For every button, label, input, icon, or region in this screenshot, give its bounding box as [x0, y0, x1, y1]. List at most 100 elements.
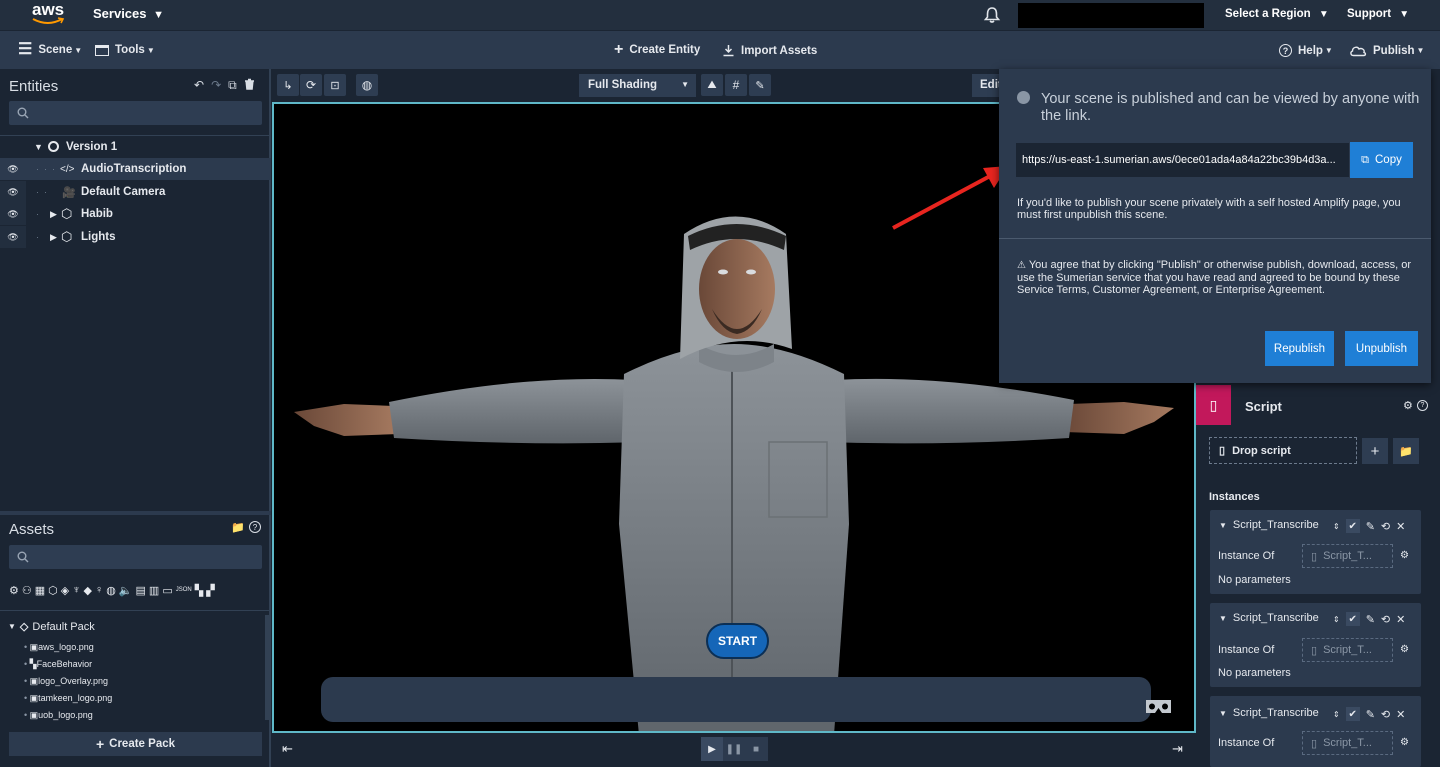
- scale-tool-icon[interactable]: ⊡: [324, 74, 346, 96]
- filter-script-icon[interactable]: ▤: [136, 584, 146, 597]
- start-button[interactable]: START: [706, 623, 769, 659]
- enable-checkbox-icon[interactable]: ✔: [1345, 707, 1360, 721]
- account-name-redacted[interactable]: [1018, 3, 1204, 28]
- instance-of-field[interactable]: ▯ Script_T...: [1302, 638, 1393, 662]
- unpublish-button[interactable]: Unpublish: [1345, 331, 1418, 366]
- mountain-icon[interactable]: ⛰: [701, 74, 723, 96]
- gear-icon[interactable]: ⚙: [1400, 644, 1409, 655]
- grid-icon[interactable]: #: [725, 74, 747, 96]
- default-pack-row[interactable]: ▼ ◇ Default Pack: [8, 620, 95, 634]
- help-menu[interactable]: ? Help ▼: [1279, 44, 1333, 57]
- drop-script-zone[interactable]: ▯ Drop script: [1209, 437, 1357, 464]
- import-assets-button[interactable]: Import Assets: [722, 44, 817, 57]
- collapse-arrow-icon[interactable]: ▼: [1219, 614, 1227, 623]
- filter-behavior-icon[interactable]: ⚇: [22, 584, 32, 597]
- reset-icon[interactable]: ⟲: [1381, 520, 1390, 533]
- edit-pencil-icon[interactable]: ✎: [1366, 613, 1375, 626]
- publish-menu[interactable]: Publish ▼: [1349, 44, 1424, 57]
- filter-json-icon[interactable]: JSON: [176, 587, 192, 593]
- filter-environment-icon[interactable]: ◍: [106, 584, 116, 597]
- instance-header[interactable]: ▼ Script_Transcribe: [1219, 612, 1319, 624]
- duplicate-icon[interactable]: ⧉: [228, 78, 237, 93]
- instance-of-field[interactable]: ▯ Script_T...: [1302, 731, 1393, 755]
- close-icon[interactable]: ✕: [1396, 520, 1405, 533]
- add-script-button[interactable]: +: [1362, 438, 1388, 464]
- create-entity-button[interactable]: + Create Entity: [614, 42, 700, 58]
- reorder-icon[interactable]: ⇕: [1333, 710, 1340, 719]
- region-selector[interactable]: Select a Region ▼: [1225, 8, 1329, 20]
- support-menu[interactable]: Support ▼: [1347, 8, 1409, 20]
- collapse-arrow-icon[interactable]: ▼: [1219, 709, 1227, 718]
- pause-icon[interactable]: ❚❚: [723, 737, 745, 761]
- copy-link-button[interactable]: ⧉ Copy: [1350, 142, 1413, 178]
- expand-arrow-icon[interactable]: ▼: [34, 142, 43, 152]
- tools-menu[interactable]: Tools ▼: [95, 44, 155, 56]
- edit-pencil-icon[interactable]: ✎: [1366, 708, 1375, 721]
- tree-item-lights[interactable]: 👁 · ▶ ⬡ Lights: [0, 226, 271, 248]
- stop-icon[interactable]: ■: [745, 737, 767, 761]
- play-icon[interactable]: ▶: [701, 737, 723, 761]
- expand-arrow-icon[interactable]: ▶: [50, 232, 57, 243]
- filter-doc-icon[interactable]: ▥: [149, 584, 159, 597]
- enable-checkbox-icon[interactable]: ✔: [1345, 612, 1360, 626]
- gear-icon[interactable]: ⚙: [1403, 399, 1413, 412]
- help-circle-icon[interactable]: ?: [249, 521, 261, 533]
- undo-icon[interactable]: ↶: [194, 78, 204, 93]
- folder-icon[interactable]: 📁: [231, 521, 245, 534]
- rotate-tool-icon[interactable]: ⟳: [300, 74, 322, 96]
- reset-icon[interactable]: ⟲: [1381, 613, 1390, 626]
- filter-cube-icon[interactable]: ◈: [61, 584, 69, 597]
- filter-person-icon[interactable]: ♀: [95, 584, 103, 596]
- assets-search-input[interactable]: [9, 545, 262, 569]
- edit-pencil-icon[interactable]: ✎: [1366, 520, 1375, 533]
- redo-icon[interactable]: ↷: [211, 78, 221, 93]
- reset-icon[interactable]: ⟲: [1381, 708, 1390, 721]
- tree-item-default-camera[interactable]: 👁 · · 🎥 Default Camera: [0, 181, 271, 203]
- filter-tree-icon[interactable]: ▚: [195, 584, 203, 597]
- filter-hexagon-icon[interactable]: ⬡: [48, 584, 58, 597]
- assets-scrollbar[interactable]: [265, 615, 269, 720]
- vr-headset-icon[interactable]: [1145, 698, 1172, 715]
- services-menu[interactable]: Services ▼: [93, 6, 164, 21]
- filter-animation-icon[interactable]: ◆: [83, 584, 91, 597]
- enable-checkbox-icon[interactable]: ✔: [1345, 519, 1360, 533]
- world-space-icon[interactable]: ◍: [356, 74, 378, 96]
- tree-item-audiotranscription[interactable]: 👁 · · · </> AudioTranscription: [0, 158, 271, 180]
- instance-header[interactable]: ▼ Script_Transcribe: [1219, 707, 1319, 719]
- filter-texture-icon[interactable]: ▞: [206, 584, 214, 597]
- magic-wand-icon[interactable]: ✎: [749, 74, 771, 96]
- open-folder-button[interactable]: 📁: [1393, 438, 1419, 464]
- gear-icon[interactable]: ⚙: [1400, 737, 1409, 748]
- filter-audio-icon[interactable]: 🔈: [119, 584, 133, 597]
- filter-video-icon[interactable]: ▦: [35, 584, 45, 597]
- asset-file-item[interactable]: • ▚FaceBehavior: [24, 656, 112, 673]
- published-link-field[interactable]: https://us-east-1.sumerian.aws/0ece01ada…: [1016, 143, 1349, 177]
- aws-logo[interactable]: aws: [32, 1, 66, 28]
- reorder-icon[interactable]: ⇕: [1333, 522, 1340, 531]
- expand-arrow-icon[interactable]: ▼: [8, 622, 16, 631]
- fullscreen-icon[interactable]: ⇥: [1172, 741, 1183, 757]
- asset-file-item[interactable]: • ▣aws_logo.png: [24, 639, 112, 656]
- scene-menu[interactable]: ☰ Scene ▼: [18, 42, 82, 58]
- filter-skeleton-icon[interactable]: ♆: [72, 584, 80, 596]
- gear-icon[interactable]: ⚙: [1400, 550, 1409, 561]
- visibility-eye-icon[interactable]: 👁: [0, 203, 26, 225]
- exit-icon[interactable]: ⇤: [282, 741, 293, 757]
- asset-file-item[interactable]: • ▣tamkeen_logo.png: [24, 690, 112, 707]
- tree-item-habib[interactable]: 👁 · ▶ ⬡ Habib: [0, 203, 271, 225]
- entities-search-input[interactable]: [9, 101, 262, 125]
- filter-speech-icon[interactable]: ▭: [162, 584, 172, 597]
- edit-mode-button[interactable]: Edit: [972, 74, 1002, 97]
- close-icon[interactable]: ✕: [1396, 708, 1405, 721]
- trash-icon[interactable]: [244, 78, 255, 90]
- expand-arrow-icon[interactable]: ▶: [50, 209, 57, 220]
- asset-file-item[interactable]: • ▣uob_logo.png: [24, 707, 112, 724]
- visibility-eye-icon[interactable]: 👁: [0, 158, 26, 180]
- create-pack-button[interactable]: + Create Pack: [9, 732, 262, 756]
- instance-of-field[interactable]: ▯ Script_T...: [1302, 544, 1393, 568]
- translate-tool-icon[interactable]: ↳: [277, 74, 299, 96]
- notifications-bell-icon[interactable]: [983, 6, 1001, 27]
- collapse-arrow-icon[interactable]: ▼: [1219, 521, 1227, 530]
- shading-select[interactable]: Full Shading ▼: [579, 74, 696, 97]
- help-circle-icon[interactable]: ?: [1417, 400, 1428, 411]
